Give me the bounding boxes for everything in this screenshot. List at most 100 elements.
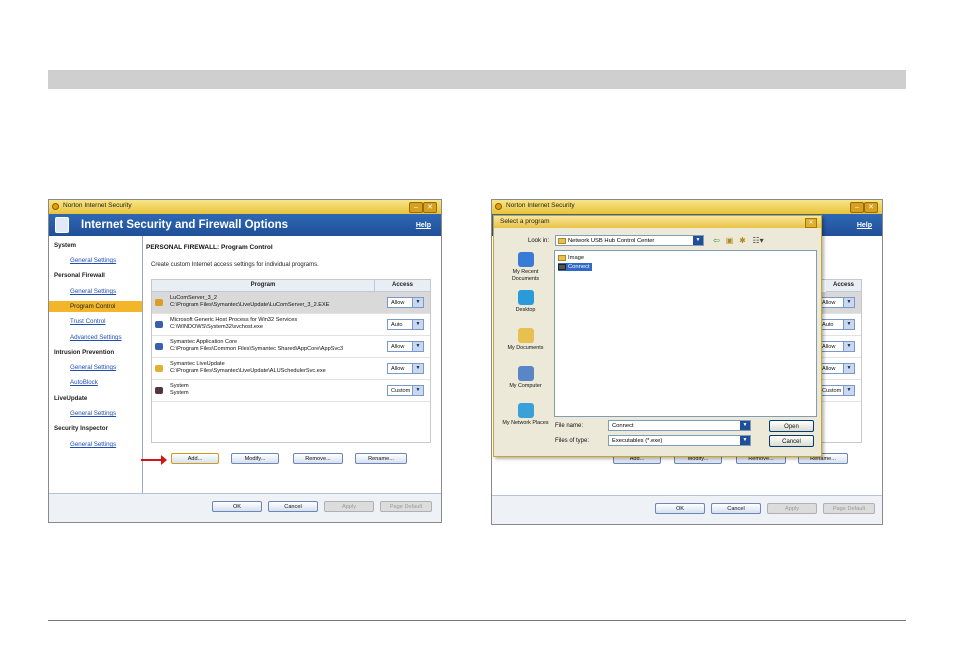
- access-select[interactable]: Auto ▼: [387, 319, 424, 330]
- table-row[interactable]: Symantec Application Core C:\Program File…: [152, 336, 430, 358]
- chevron-down-icon[interactable]: ▼: [412, 386, 423, 395]
- program-title: Symantec LiveUpdate: [170, 361, 225, 367]
- sidebar-item[interactable]: General Settings: [49, 286, 142, 297]
- sidebar-item[interactable]: General Settings: [49, 439, 142, 450]
- program-path: C:\Program Files\Symantec\LiveUpdate\LuC…: [170, 302, 330, 308]
- window-footer: OK Cancel Apply Page Default: [49, 493, 441, 522]
- places-item[interactable]: My Computer: [500, 366, 551, 390]
- chevron-down-icon[interactable]: ▼: [843, 342, 854, 351]
- access-select[interactable]: Auto ▼: [818, 319, 855, 330]
- file-list: Image Connect: [554, 250, 817, 417]
- file-item[interactable]: Connect: [558, 263, 592, 271]
- access-select[interactable]: Allow ▼: [387, 297, 424, 308]
- table-row[interactable]: System System Custom ▼: [152, 380, 430, 402]
- chevron-down-icon[interactable]: ▼: [412, 298, 423, 307]
- table-row[interactable]: Microsoft Generic Host Process for Win32…: [152, 314, 430, 336]
- ok-button[interactable]: OK: [655, 503, 705, 514]
- sidebar-item[interactable]: General Settings: [49, 255, 142, 266]
- chevron-down-icon[interactable]: ▼: [740, 436, 750, 445]
- look-in-select[interactable]: Network USB Hub Control Center ▼: [555, 235, 704, 246]
- dialog-close-button[interactable]: ✕: [805, 218, 817, 228]
- places-item[interactable]: My Documents: [500, 328, 551, 352]
- access-select[interactable]: Allow ▼: [818, 363, 855, 374]
- minimize-button[interactable]: –: [409, 202, 423, 213]
- ok-button[interactable]: OK: [212, 501, 262, 512]
- sidebar-item[interactable]: AutoBlock: [49, 377, 142, 388]
- places-label: My Documents: [507, 345, 544, 351]
- chevron-down-icon[interactable]: ▼: [843, 320, 854, 329]
- access-select[interactable]: Custom ▼: [387, 385, 424, 396]
- new-folder-icon[interactable]: ✱: [738, 236, 747, 245]
- access-value: Allow: [822, 300, 836, 306]
- page-default-button[interactable]: Page Default: [380, 501, 432, 512]
- program-title: System: [170, 383, 189, 389]
- access-value: Allow: [822, 344, 836, 350]
- table-row[interactable]: Symantec LiveUpdate C:\Program Files\Syma…: [152, 358, 430, 380]
- access-value: Custom: [822, 388, 842, 394]
- apply-button[interactable]: Apply: [324, 501, 374, 512]
- add-button[interactable]: Add...: [171, 453, 219, 464]
- program-control-panel: PERSONAL FIREWALL: Program Control Creat…: [143, 236, 441, 494]
- dialog-cancel-button[interactable]: Cancel: [769, 435, 814, 447]
- cancel-button[interactable]: Cancel: [711, 503, 761, 514]
- options-book-icon: [55, 217, 69, 233]
- minimize-button[interactable]: –: [850, 202, 864, 213]
- chevron-down-icon[interactable]: ▼: [843, 298, 854, 307]
- program-column-header[interactable]: Program: [152, 280, 375, 292]
- remove-button[interactable]: Remove...: [293, 453, 343, 464]
- program-title: Microsoft Generic Host Process for Win32…: [170, 317, 298, 323]
- access-select[interactable]: Allow ▼: [387, 341, 424, 352]
- modify-button[interactable]: Modify...: [231, 453, 279, 464]
- panel-heading: PERSONAL FIREWALL: Program Control: [146, 244, 273, 251]
- page-default-button[interactable]: Page Default: [823, 503, 875, 514]
- files-of-type-label: Files of type:: [555, 438, 590, 444]
- program-icon: [155, 321, 163, 328]
- access-select[interactable]: Custom ▼: [818, 385, 855, 396]
- sidebar-item[interactable]: Advanced Settings: [49, 332, 142, 343]
- chevron-down-icon[interactable]: ▼: [693, 236, 703, 245]
- places-label: My Recent Documents: [511, 269, 540, 282]
- help-link[interactable]: Help: [857, 222, 872, 229]
- sidebar-item[interactable]: Program Control: [49, 301, 142, 312]
- access-value: Allow: [391, 366, 405, 372]
- file-item[interactable]: Image: [558, 254, 584, 262]
- table-row[interactable]: LuComServer_3_2 C:\Program Files\Symantec…: [152, 292, 430, 314]
- my-computer-icon: [517, 366, 534, 381]
- chevron-down-icon[interactable]: ▼: [412, 320, 423, 329]
- access-select[interactable]: Allow ▼: [387, 363, 424, 374]
- chevron-down-icon[interactable]: ▼: [412, 342, 423, 351]
- chevron-down-icon[interactable]: ▼: [843, 364, 854, 373]
- rename-button[interactable]: Rename...: [355, 453, 407, 464]
- view-menu-icon[interactable]: ☷▾: [751, 236, 765, 245]
- chevron-down-icon[interactable]: ▼: [740, 421, 750, 430]
- file-name-input[interactable]: Connect ▼: [608, 420, 751, 431]
- sidebar-item[interactable]: General Settings: [49, 408, 142, 419]
- open-button[interactable]: Open: [769, 420, 814, 432]
- access-column-header[interactable]: Access: [375, 280, 430, 292]
- sidebar-category: Intrusion Prevention: [54, 349, 115, 356]
- up-folder-icon[interactable]: ▣: [725, 236, 734, 245]
- places-item[interactable]: Desktop: [500, 290, 551, 314]
- sidebar-item[interactable]: Trust Control: [49, 316, 142, 327]
- back-icon[interactable]: ⇦: [712, 236, 721, 245]
- close-button[interactable]: ✕: [864, 202, 878, 213]
- places-item[interactable]: My Network Places: [500, 403, 551, 427]
- cancel-button[interactable]: Cancel: [268, 501, 318, 512]
- program-path: System: [170, 390, 189, 396]
- access-select[interactable]: Allow ▼: [818, 297, 855, 308]
- file-name-label: File name:: [555, 423, 584, 429]
- close-button[interactable]: ✕: [423, 202, 437, 213]
- window-titlebar: Norton Internet Security – ✕: [492, 200, 882, 215]
- files-of-type-select[interactable]: Executables (*.exe) ▼: [608, 435, 751, 446]
- page-header-bar: [48, 70, 906, 89]
- chevron-down-icon[interactable]: ▼: [412, 364, 423, 373]
- help-link[interactable]: Help: [416, 222, 431, 229]
- chevron-down-icon[interactable]: ▼: [843, 386, 854, 395]
- program-table: Program Access LuComServer_3_2 C:\Program…: [151, 279, 431, 443]
- places-item[interactable]: My Recent Documents: [500, 252, 551, 282]
- options-title: Internet Security and Firewall Options: [81, 219, 289, 231]
- access-column-header[interactable]: Access: [826, 280, 861, 292]
- sidebar-item[interactable]: General Settings: [49, 362, 142, 373]
- apply-button[interactable]: Apply: [767, 503, 817, 514]
- access-select[interactable]: Allow ▼: [818, 341, 855, 352]
